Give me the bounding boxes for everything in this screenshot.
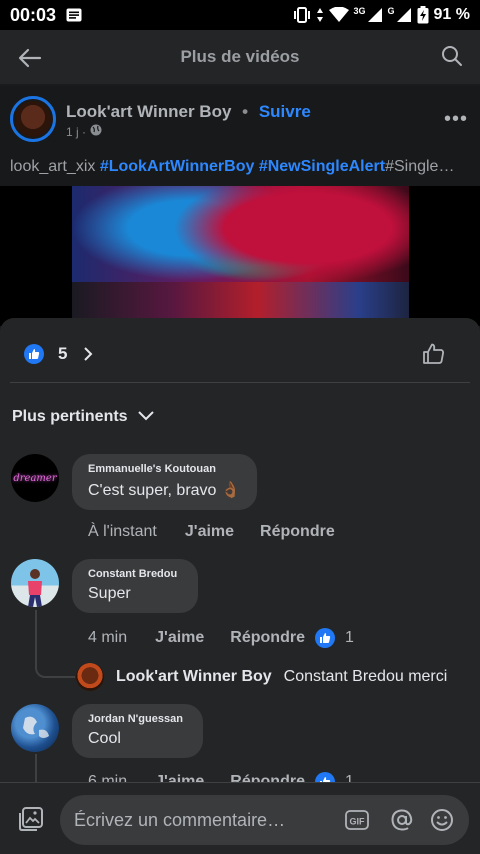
like-reaction-icon — [24, 344, 44, 364]
caption-tail: #Single… — [385, 158, 455, 175]
comment-bubble[interactable]: Jordan N'guessan Cool — [72, 704, 203, 758]
commenter-name[interactable]: Jordan N'guessan — [88, 713, 187, 725]
reactions-summary[interactable]: 5 — [24, 344, 95, 364]
notification-icon — [66, 8, 82, 22]
commenter-name[interactable]: Constant Bredou — [88, 568, 182, 580]
comment-text: Cool — [88, 730, 121, 747]
comment-reaction-count: 1 — [344, 629, 354, 646]
hashtag-link[interactable]: #NewSingleAlert — [259, 158, 385, 175]
comment-time: 4 min — [88, 629, 128, 646]
data-arrows-icon — [316, 7, 324, 23]
vibrate-icon — [293, 7, 311, 23]
back-arrow-icon[interactable] — [16, 44, 44, 72]
commenter-avatar[interactable] — [11, 559, 59, 607]
page-title: Plus de vidéos — [180, 47, 300, 66]
clock: 00:03 — [10, 4, 57, 25]
hashtag-link[interactable]: #LookArtWinnerBoy — [100, 158, 255, 175]
post-caption: look_art_xix #LookArtWinnerBoy #NewSingl… — [10, 158, 470, 176]
post-meta: 1 j · — [66, 124, 102, 139]
sort-label: Plus pertinents — [12, 408, 128, 425]
comment-actions: À l'instant J'aime Répondre — [88, 523, 361, 541]
comment-text: Super — [88, 585, 131, 602]
reply-button[interactable]: Répondre — [230, 629, 305, 647]
photo-icon[interactable] — [18, 806, 44, 832]
post-author-name[interactable]: Look'art Winner Boy — [66, 102, 231, 121]
globe-icon — [90, 124, 102, 139]
signal-icon — [367, 7, 383, 23]
more-options-icon[interactable]: ••• — [444, 108, 468, 131]
caption-username[interactable]: look_art_xix — [10, 158, 95, 175]
comment-bubble[interactable]: Emmanuelle's Koutouan C'est super, bravo… — [72, 454, 257, 510]
like-comment-button[interactable]: J'aime — [185, 523, 234, 541]
emoji-icon[interactable] — [429, 807, 455, 833]
video-player[interactable] — [0, 186, 480, 326]
reaction-count: 5 — [58, 344, 68, 363]
status-icons: 3G G 91 % — [293, 6, 470, 24]
reply-author-name[interactable]: Look'art Winner Boy — [116, 668, 272, 686]
reply-preview[interactable]: Look'art Winner Boy Constant Bredou merc… — [76, 663, 447, 691]
like-reaction-icon — [314, 628, 335, 648]
search-icon[interactable] — [440, 44, 464, 68]
like-outline-icon[interactable] — [422, 342, 446, 366]
commenter-avatar[interactable]: dreamer — [11, 454, 59, 502]
avatar-neon-text: dreamer — [13, 472, 57, 484]
chevron-down-icon — [137, 408, 154, 426]
commenter-avatar[interactable] — [11, 704, 59, 752]
mention-icon[interactable] — [389, 807, 415, 833]
separator-dot: • — [242, 102, 249, 121]
reply-avatar — [76, 663, 104, 691]
comment-compose-bar: Écrivez un commentaire… GIF — [0, 782, 480, 854]
thread-line — [35, 610, 37, 658]
author-avatar[interactable] — [10, 96, 56, 142]
network-type-label: 3G — [353, 6, 366, 16]
battery-charging-icon — [417, 6, 429, 24]
wifi-icon — [328, 7, 349, 23]
divider — [10, 382, 470, 383]
post-time: 1 j · — [66, 124, 87, 139]
comment-input[interactable]: Écrivez un commentaire… GIF — [60, 795, 469, 845]
sort-dropdown[interactable]: Plus pertinents — [12, 408, 154, 426]
network-type-label-2: G — [387, 6, 395, 16]
comment-text: C'est super, bravo 👌🏾 — [88, 482, 241, 499]
gif-label: GIF — [350, 817, 366, 827]
chevron-right-icon — [81, 347, 95, 361]
commenter-name[interactable]: Emmanuelle's Koutouan — [88, 463, 241, 475]
comment-bubble[interactable]: Constant Bredou Super — [72, 559, 198, 613]
thread-connector — [35, 658, 75, 678]
gif-icon[interactable]: GIF — [344, 807, 370, 833]
battery-percent: 91 % — [433, 6, 470, 23]
comments-sheet: 5 Plus pertinents dreamer Emmanuelle's K… — [0, 318, 480, 854]
reply-button[interactable]: Répondre — [260, 523, 335, 541]
comment-input-placeholder: Écrivez un commentaire… — [74, 809, 286, 830]
comment-time: À l'instant — [88, 523, 157, 540]
signal-icon-2 — [396, 7, 412, 23]
post-author-line: Look'art Winner Boy • Suivre — [66, 102, 311, 122]
like-comment-button[interactable]: J'aime — [155, 629, 204, 647]
follow-button[interactable]: Suivre — [259, 102, 311, 121]
reply-text: Constant Bredou merci — [283, 668, 448, 685]
top-bar: Plus de vidéos — [0, 30, 480, 86]
status-bar: 00:03 3G G 91 % — [0, 0, 480, 30]
comment-actions: 4 min J'aime Répondre 1 — [88, 628, 354, 648]
